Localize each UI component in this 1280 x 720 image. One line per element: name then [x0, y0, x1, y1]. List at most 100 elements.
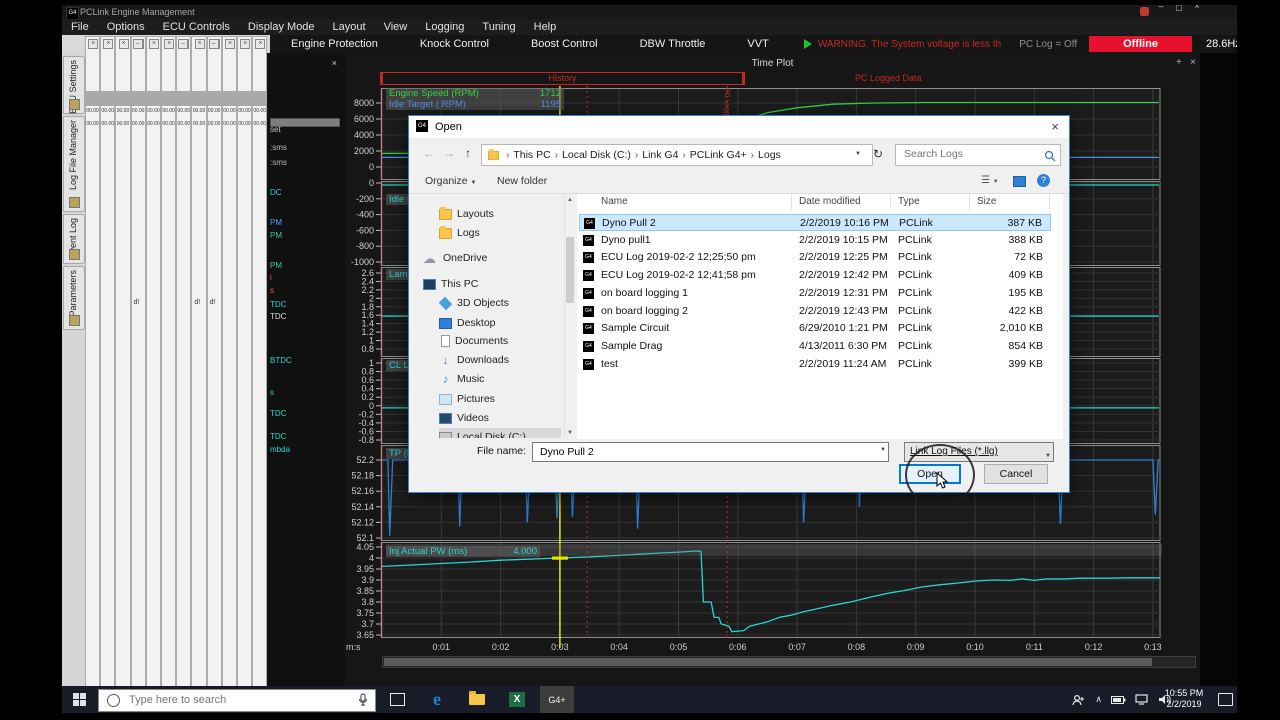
- network-icon[interactable]: [1135, 694, 1149, 705]
- menu-view[interactable]: View: [375, 19, 417, 35]
- collapsed-window[interactable]: ×00.0000.00: [237, 36, 252, 688]
- collapsed-window[interactable]: ×–00.0000.00d!: [131, 36, 146, 688]
- history-range-bar[interactable]: History: [380, 72, 745, 85]
- minimize-icon[interactable]: –: [178, 39, 188, 49]
- offline-badge[interactable]: Offline: [1089, 36, 1192, 52]
- taskbar-clock[interactable]: 10:55 PM 2/2/2019: [1155, 688, 1213, 710]
- menu-options[interactable]: Options: [98, 19, 154, 35]
- file-row-dyno-pull1[interactable]: G4Dyno pull12/2/2019 10:15 PMPCLink388 K…: [579, 232, 1051, 249]
- close-icon[interactable]: ×: [88, 39, 98, 49]
- file-row-sample-circuit[interactable]: G4Sample Circuit6/29/2010 1:21 PMPCLink2…: [579, 320, 1051, 337]
- file-name-input[interactable]: [538, 445, 868, 459]
- search-box[interactable]: [895, 144, 1061, 166]
- nav-scrollbar[interactable]: ▲ ▼: [564, 195, 574, 438]
- collapsed-window[interactable]: ×00.0000.00: [115, 36, 130, 688]
- column-header-size[interactable]: Size: [977, 196, 996, 207]
- toolbar-tab-engine-protection[interactable]: Engine Protection: [270, 38, 399, 50]
- nav-item-local-disk-c[interactable]: Local Disk (C:): [439, 428, 561, 438]
- search-input[interactable]: [902, 147, 1032, 161]
- scroll-up-icon[interactable]: ▲: [565, 197, 575, 203]
- breadcrumb-pclink-g4[interactable]: PCLink G4+: [690, 149, 747, 161]
- collapsed-window[interactable]: ×00.0000.00: [222, 36, 237, 688]
- action-center-icon[interactable]: [1218, 693, 1233, 706]
- breadcrumb-link-g4[interactable]: Link G4: [642, 149, 678, 161]
- minimize-icon[interactable]: –: [133, 39, 143, 49]
- pclink-taskbar-button[interactable]: G4+: [540, 686, 574, 715]
- breadcrumb-local-disk-c[interactable]: Local Disk (C:): [562, 149, 631, 161]
- nav-item-this-pc[interactable]: This PC: [423, 275, 478, 293]
- nav-item-desktop[interactable]: Desktop: [439, 314, 496, 332]
- toolbar-tab-knock-control[interactable]: Knock Control: [399, 38, 510, 50]
- start-button[interactable]: [62, 686, 98, 713]
- breadcrumb-logs[interactable]: Logs: [758, 149, 781, 161]
- menu-ecu-controls[interactable]: ECU Controls: [154, 19, 239, 35]
- scroll-thumb[interactable]: [566, 237, 574, 303]
- menu-tuning[interactable]: Tuning: [473, 19, 524, 35]
- file-row-ecu-log-2019-02-2-12-41-58-pm[interactable]: G4ECU Log 2019-02-2 12;41;58 pm2/2/2019 …: [579, 267, 1051, 284]
- column-header-name[interactable]: Name: [601, 196, 628, 207]
- file-type-dropdown-icon[interactable]: ▼: [1045, 447, 1051, 465]
- taskbar-search-input[interactable]: [127, 693, 331, 707]
- cancel-button[interactable]: Cancel: [984, 464, 1048, 484]
- scroll-down-icon[interactable]: ▼: [565, 430, 575, 436]
- nav-item-documents[interactable]: Documents: [439, 332, 508, 350]
- file-row-on-board-logging-2[interactable]: G4on board logging 22/2/2019 12:43 PMPCL…: [579, 303, 1051, 320]
- sidebar-tab-log-file-manager[interactable]: Log File Manager: [63, 116, 85, 212]
- collapsed-window[interactable]: ×00.0000.00: [146, 36, 161, 688]
- file-row-on-board-logging-1[interactable]: G4on board logging 12/2/2019 12:31 PMPCL…: [579, 285, 1051, 302]
- edge-button[interactable]: e: [420, 686, 454, 713]
- toolbar-tab-boost-control[interactable]: Boost Control: [510, 38, 619, 50]
- menu-logging[interactable]: Logging: [416, 19, 473, 35]
- nav-item-downloads[interactable]: ↓Downloads: [439, 351, 509, 369]
- collapsed-window[interactable]: ×00.0000.00: [85, 36, 100, 688]
- toolbar-tab-dbw-throttle[interactable]: DBW Throttle: [619, 38, 727, 50]
- address-dropdown-icon[interactable]: ▼: [855, 151, 861, 157]
- minimize-icon[interactable]: –: [209, 39, 219, 49]
- column-header-date-modified[interactable]: Date modified: [799, 196, 861, 207]
- breadcrumb[interactable]: ›This PC›Local Disk (C:)›Link G4›PCLink …: [481, 144, 873, 166]
- collapsed-window[interactable]: ×00.0000.00: [100, 36, 115, 688]
- file-row-test[interactable]: G4test2/2/2019 11:24 AMPCLink399 KB: [579, 356, 1051, 373]
- task-view-button[interactable]: [380, 686, 414, 713]
- organize-button[interactable]: Organize ▼: [425, 175, 476, 187]
- move-icon[interactable]: +: [1176, 57, 1182, 68]
- close-icon[interactable]: ×: [119, 39, 129, 49]
- view-mode-icon[interactable]: ☰ ▼: [981, 175, 999, 186]
- refresh-icon[interactable]: ↻: [873, 147, 883, 161]
- collapsed-window[interactable]: ×–00.0000.00d!: [207, 36, 222, 688]
- forward-icon[interactable]: →: [443, 146, 455, 160]
- combo-dropdown-icon[interactable]: ▼: [880, 447, 886, 453]
- file-row-sample-drag[interactable]: G4Sample Drag4/13/2011 6:30 PMPCLink854 …: [579, 338, 1051, 355]
- sidebar-tab-event-log[interactable]: Event Log: [63, 214, 85, 264]
- nav-item-onedrive[interactable]: ☁OneDrive: [423, 249, 487, 267]
- preview-pane-icon[interactable]: [1013, 176, 1026, 187]
- excel-button[interactable]: X: [500, 686, 534, 715]
- nav-item-logs[interactable]: Logs: [439, 224, 480, 242]
- nav-item-videos[interactable]: Videos: [439, 409, 489, 427]
- close-icon[interactable]: ×: [149, 39, 159, 49]
- taskbar-search[interactable]: [98, 689, 376, 712]
- new-folder-button[interactable]: New folder: [497, 175, 547, 187]
- menu-file[interactable]: File: [62, 19, 98, 35]
- sidebar-tab-parameters[interactable]: Parameters: [63, 266, 85, 330]
- menu-help[interactable]: Help: [525, 19, 566, 35]
- close-icon[interactable]: ×: [103, 39, 113, 49]
- file-row-ecu-log-2019-02-2-12-25-50-pm[interactable]: G4ECU Log 2019-02-2 12;25;50 pm2/2/2019 …: [579, 249, 1051, 266]
- toolbar-tab-vvt[interactable]: VVT: [726, 38, 789, 50]
- close-icon[interactable]: ×: [195, 39, 205, 49]
- close-icon[interactable]: ×: [240, 39, 250, 49]
- people-icon[interactable]: [1072, 694, 1086, 706]
- microphone-icon[interactable]: [358, 693, 368, 707]
- close-icon[interactable]: ×: [164, 39, 174, 49]
- battery-icon[interactable]: [1111, 695, 1126, 705]
- up-icon[interactable]: ↑: [465, 146, 471, 160]
- file-explorer-button[interactable]: [460, 686, 494, 713]
- nav-item-3d-objects[interactable]: 3D Objects: [439, 294, 509, 312]
- tray-chevron-icon[interactable]: ∧: [1095, 694, 1102, 705]
- scrollbar-thumb[interactable]: [384, 658, 1152, 666]
- timeplot-hscrollbar[interactable]: [382, 656, 1196, 668]
- breadcrumb-this-pc[interactable]: This PC: [513, 149, 550, 161]
- column-header-type[interactable]: Type: [898, 196, 920, 207]
- close-icon[interactable]: ×: [255, 39, 265, 49]
- help-icon[interactable]: ?: [1037, 174, 1050, 187]
